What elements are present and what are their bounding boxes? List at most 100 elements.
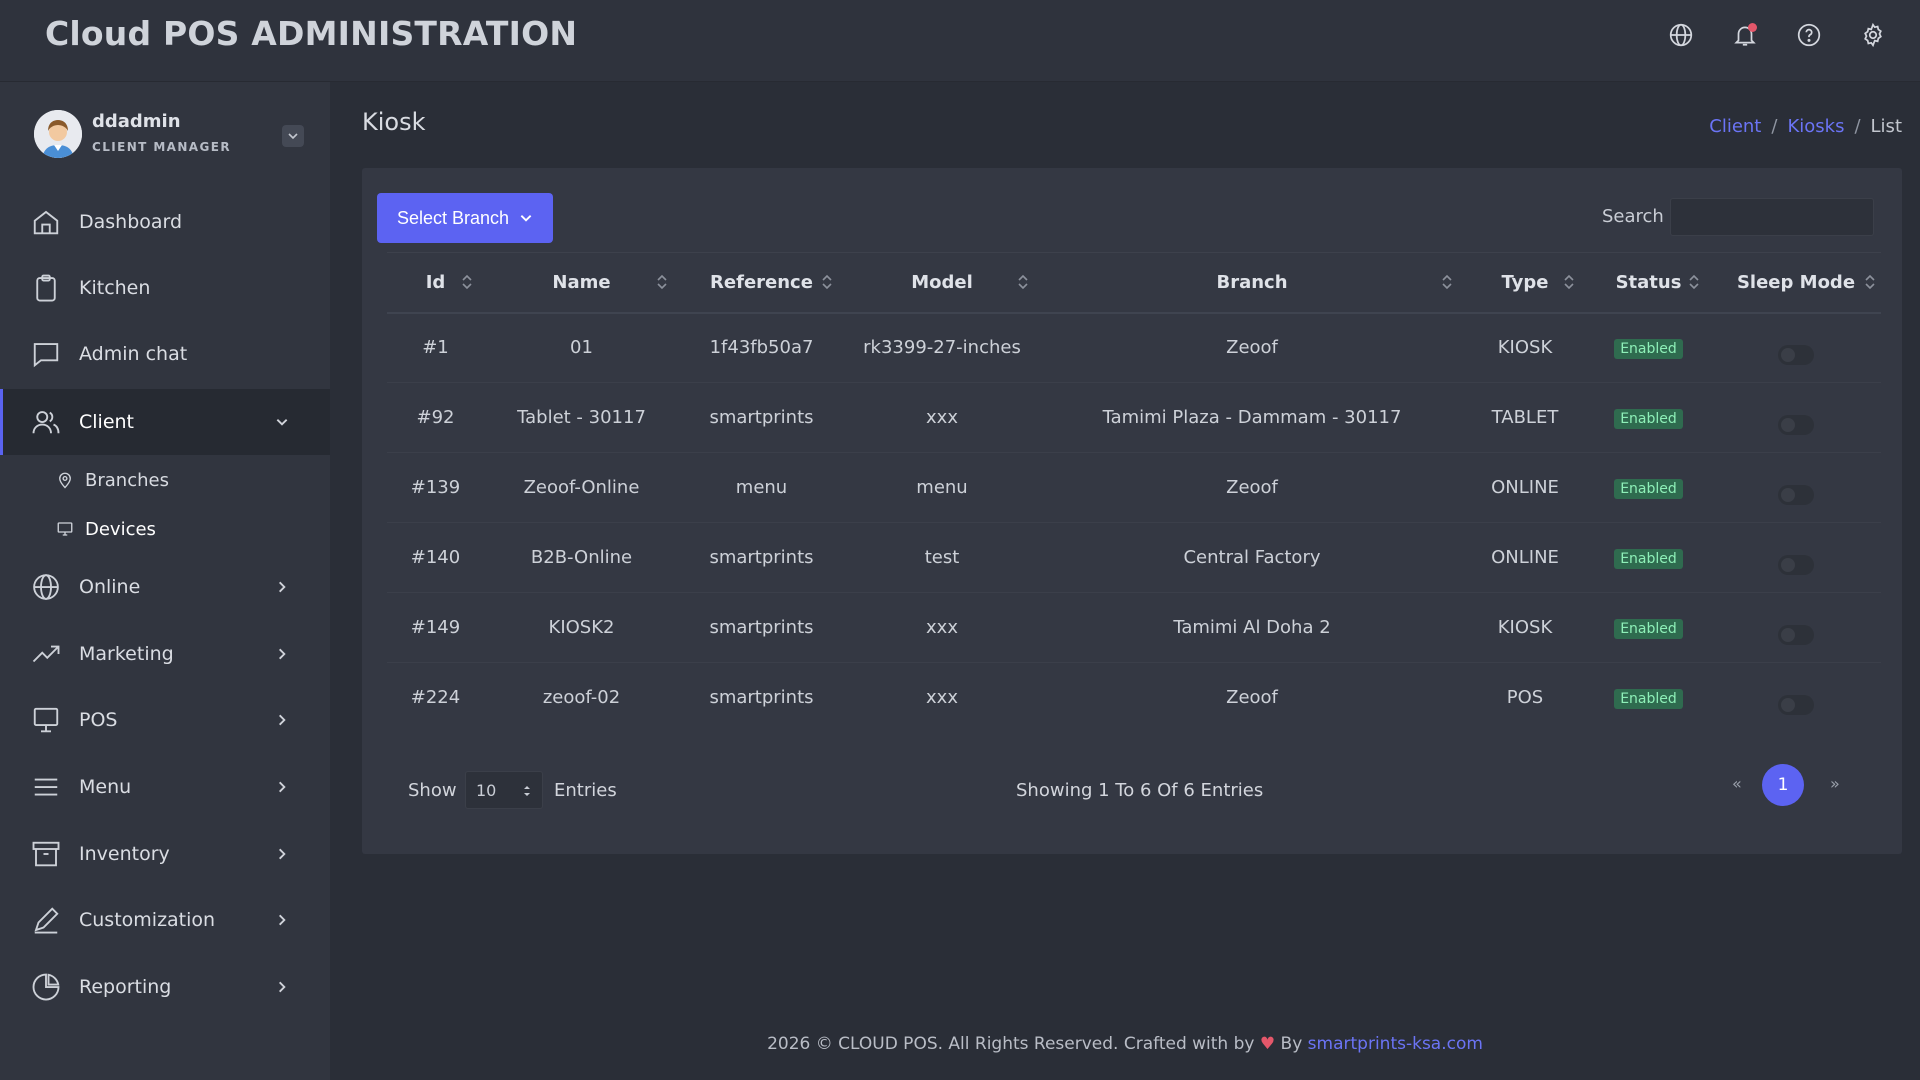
column-header-type[interactable]: Type xyxy=(1464,252,1586,314)
sleep-mode-toggle[interactable] xyxy=(1778,345,1814,366)
chevron-right-icon xyxy=(272,577,292,597)
sidebar-subitem-branches[interactable]: Branches xyxy=(55,465,169,495)
cell-id: #139 xyxy=(387,452,484,523)
cell-sleep-mode xyxy=(1711,663,1881,733)
user-profile: ddadmin CLIENT MANAGER xyxy=(34,108,304,164)
column-header-name[interactable]: Name xyxy=(484,252,679,314)
cell-reference: smartprints xyxy=(679,592,844,663)
cell-sleep-mode xyxy=(1711,522,1881,593)
sidebar-item-admin-chat[interactable]: Admin chat xyxy=(0,321,330,387)
sleep-mode-toggle[interactable] xyxy=(1778,555,1814,575)
user-role: CLIENT MANAGER xyxy=(92,140,231,154)
cell-id: #140 xyxy=(387,522,484,593)
pen-icon xyxy=(30,904,62,936)
sidebar-item-customization[interactable]: Customization xyxy=(0,887,330,953)
pagination-next[interactable]: » xyxy=(1830,774,1840,793)
sort-icon xyxy=(822,275,832,290)
status-badge: Enabled xyxy=(1614,338,1683,359)
column-header-sleep-mode[interactable]: Sleep Mode xyxy=(1711,252,1881,314)
cell-model: test xyxy=(844,522,1040,593)
breadcrumb-separator: / xyxy=(1854,116,1861,137)
globe-icon[interactable] xyxy=(1666,20,1696,50)
clipboard-icon xyxy=(30,272,62,304)
sidebar-item-marketing[interactable]: Marketing xyxy=(0,621,330,687)
chevron-down-icon xyxy=(288,133,298,140)
chevron-right-icon xyxy=(272,910,292,930)
entries-label: Entries xyxy=(554,780,617,801)
sidebar-subitem-label: Devices xyxy=(85,518,156,540)
cell-sleep-mode xyxy=(1711,312,1881,383)
show-label: Show xyxy=(408,780,457,801)
gear-icon[interactable] xyxy=(1858,20,1888,50)
footer-link[interactable]: smartprints-ksa.com xyxy=(1308,1034,1483,1054)
sleep-mode-toggle[interactable] xyxy=(1778,625,1814,645)
sidebar-item-dashboard[interactable]: Dashboard xyxy=(0,189,330,255)
sidebar: ddadmin CLIENT MANAGER Dashboard Kitchen… xyxy=(0,82,330,1080)
sleep-mode-toggle[interactable] xyxy=(1778,415,1814,435)
chevron-right-icon xyxy=(272,710,292,730)
search-input[interactable] xyxy=(1670,198,1874,236)
sidebar-subitem-devices[interactable]: Devices xyxy=(55,514,156,544)
column-header-label: Id xyxy=(425,271,446,293)
cell-branch: Tamimi Al Doha 2 xyxy=(1040,592,1464,663)
sleep-mode-toggle[interactable] xyxy=(1778,485,1814,505)
column-header-status[interactable]: Status xyxy=(1586,252,1711,314)
app-title: Cloud POS ADMINISTRATION xyxy=(45,14,578,53)
pagination-current-page[interactable]: 1 xyxy=(1762,764,1804,806)
breadcrumb-separator: / xyxy=(1771,116,1778,137)
status-badge: Enabled xyxy=(1614,688,1683,709)
column-header-reference[interactable]: Reference xyxy=(679,252,844,314)
column-header-label: Name xyxy=(552,271,611,293)
kiosk-table: Id Name Reference Model Branch Type Stat… xyxy=(387,252,1881,733)
select-branch-label: Select Branch xyxy=(396,207,510,228)
help-icon[interactable] xyxy=(1794,20,1824,50)
sleep-mode-toggle[interactable] xyxy=(1778,695,1814,716)
column-header-label: Status xyxy=(1615,271,1682,293)
cell-status: Enabled xyxy=(1586,522,1711,593)
pagination-prev[interactable]: « xyxy=(1732,774,1742,793)
cell-reference: smartprints xyxy=(679,522,844,593)
column-header-label: Model xyxy=(911,271,973,293)
cell-status: Enabled xyxy=(1586,663,1711,733)
cell-sleep-mode xyxy=(1711,592,1881,663)
sidebar-item-client[interactable]: Client xyxy=(0,389,330,455)
cell-model: rk3399-27-inches xyxy=(844,312,1040,383)
home-icon xyxy=(30,206,62,238)
cell-id: #149 xyxy=(387,592,484,663)
sidebar-item-online[interactable]: Online xyxy=(0,554,330,620)
sidebar-item-kitchen[interactable]: Kitchen xyxy=(0,255,330,321)
sidebar-item-label: Reporting xyxy=(79,976,172,998)
column-header-id[interactable]: Id xyxy=(387,252,484,314)
breadcrumb-kiosks[interactable]: Kiosks xyxy=(1787,116,1844,137)
column-header-model[interactable]: Model xyxy=(844,252,1040,314)
bell-icon[interactable] xyxy=(1730,20,1760,50)
sidebar-item-label: Inventory xyxy=(79,843,170,865)
footer: 2026 © CLOUD POS. All Rights Reserved. C… xyxy=(330,1034,1920,1054)
notification-dot xyxy=(1748,23,1757,32)
status-badge: Enabled xyxy=(1614,618,1683,639)
chevron-down-icon xyxy=(520,215,532,222)
cell-branch: Zeoof xyxy=(1040,452,1464,523)
page-size-value: 10 xyxy=(476,780,497,800)
sidebar-item-reporting[interactable]: Reporting xyxy=(0,954,330,1020)
user-menu-toggle[interactable] xyxy=(282,125,304,147)
sidebar-item-label: Menu xyxy=(79,776,132,798)
sort-icon xyxy=(1865,275,1875,290)
cell-name: B2B-Online xyxy=(484,522,679,593)
sidebar-item-label: Customization xyxy=(79,909,216,931)
column-header-branch[interactable]: Branch xyxy=(1040,252,1464,314)
cell-reference: 1f43fb50a7 xyxy=(679,312,844,383)
cell-reference: smartprints xyxy=(709,687,814,709)
sidebar-item-label: Online xyxy=(79,576,141,598)
sort-icon xyxy=(657,275,667,290)
page-size-select[interactable]: 10 xyxy=(465,771,543,809)
sidebar-item-inventory[interactable]: Inventory xyxy=(0,821,330,887)
table-header-row: Id Name Reference Model Branch Type Stat… xyxy=(387,252,1881,314)
breadcrumb-client[interactable]: Client xyxy=(1709,116,1761,137)
sidebar-item-pos[interactable]: POS xyxy=(0,687,330,753)
footer-by: By xyxy=(1280,1034,1303,1054)
map-pin-icon xyxy=(55,470,75,490)
select-branch-button[interactable]: Select Branch xyxy=(377,193,553,243)
sidebar-item-menu[interactable]: Menu xyxy=(0,754,330,820)
sort-icon xyxy=(1442,275,1452,290)
